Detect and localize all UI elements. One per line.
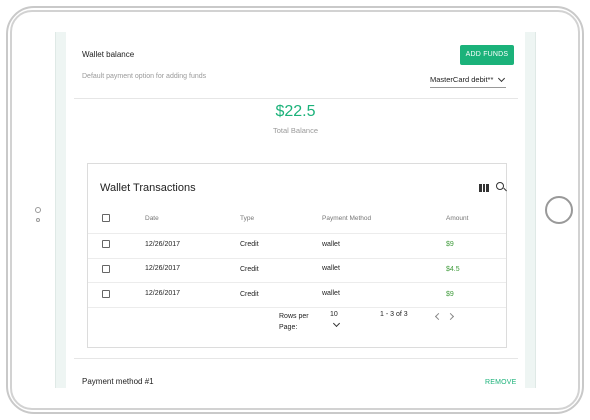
table-cell-type: Credit — [240, 266, 259, 273]
column-header-type[interactable]: Type — [240, 215, 254, 222]
payment-option-value: MasterCard debit** — [430, 75, 494, 84]
transactions-title: Wallet Transactions — [100, 182, 196, 194]
camera-icon — [35, 207, 41, 213]
remove-payment-method-button[interactable]: REMOVE — [485, 379, 517, 386]
row-divider — [88, 307, 506, 308]
table-cell-date: 12/26/2017 — [145, 241, 181, 248]
rows-per-page-select[interactable]: 10 — [330, 311, 338, 318]
table-cell-method: wallet — [322, 241, 340, 248]
wallet-card: Wallet balance ADD FUNDS Default payment… — [66, 32, 525, 388]
row-checkbox[interactable] — [102, 265, 110, 273]
add-funds-button[interactable]: ADD FUNDS — [460, 45, 514, 65]
table-cell-method: wallet — [322, 290, 340, 297]
divider — [74, 358, 518, 359]
default-payment-label: Default payment option for adding funds — [82, 73, 207, 80]
row-checkbox[interactable] — [102, 240, 110, 248]
table-cell-type: Credit — [240, 291, 259, 298]
sensor-icon — [36, 218, 40, 222]
wallet-balance-label: Wallet balance — [82, 50, 135, 59]
select-all-checkbox[interactable] — [102, 214, 110, 222]
row-divider — [88, 282, 506, 283]
payment-method-title: Payment method #1 — [82, 377, 154, 386]
column-header-date[interactable]: Date — [145, 215, 159, 222]
table-cell-amount: $9 — [446, 241, 454, 248]
table-cell-amount: $4.5 — [446, 266, 460, 273]
divider — [74, 98, 518, 99]
table-cell-type: Credit — [240, 241, 259, 248]
home-button[interactable] — [545, 196, 573, 224]
view-columns-icon[interactable] — [479, 184, 489, 192]
table-cell-date: 12/26/2017 — [145, 290, 181, 297]
chevron-down-icon — [497, 74, 506, 82]
table-cell-amount: $9 — [446, 291, 454, 298]
row-checkbox[interactable] — [102, 290, 110, 298]
row-divider — [88, 258, 506, 259]
rows-per-page-label: Rows per Page: — [279, 313, 309, 331]
column-header-amount[interactable]: Amount — [446, 215, 468, 222]
screen: Wallet balance ADD FUNDS Default payment… — [55, 32, 536, 388]
table-cell-method: wallet — [322, 265, 340, 272]
table-cell-date: 12/26/2017 — [145, 265, 181, 272]
pagination-range: 1 - 3 of 3 — [380, 311, 408, 318]
row-divider — [88, 233, 506, 234]
search-icon[interactable] — [496, 182, 506, 192]
total-balance-caption: Total Balance — [272, 126, 319, 135]
column-header-payment-method[interactable]: Payment Method — [322, 215, 371, 222]
payment-option-select[interactable]: MasterCard debit** — [430, 72, 506, 88]
total-balance-amount: $22.5 — [275, 103, 316, 120]
